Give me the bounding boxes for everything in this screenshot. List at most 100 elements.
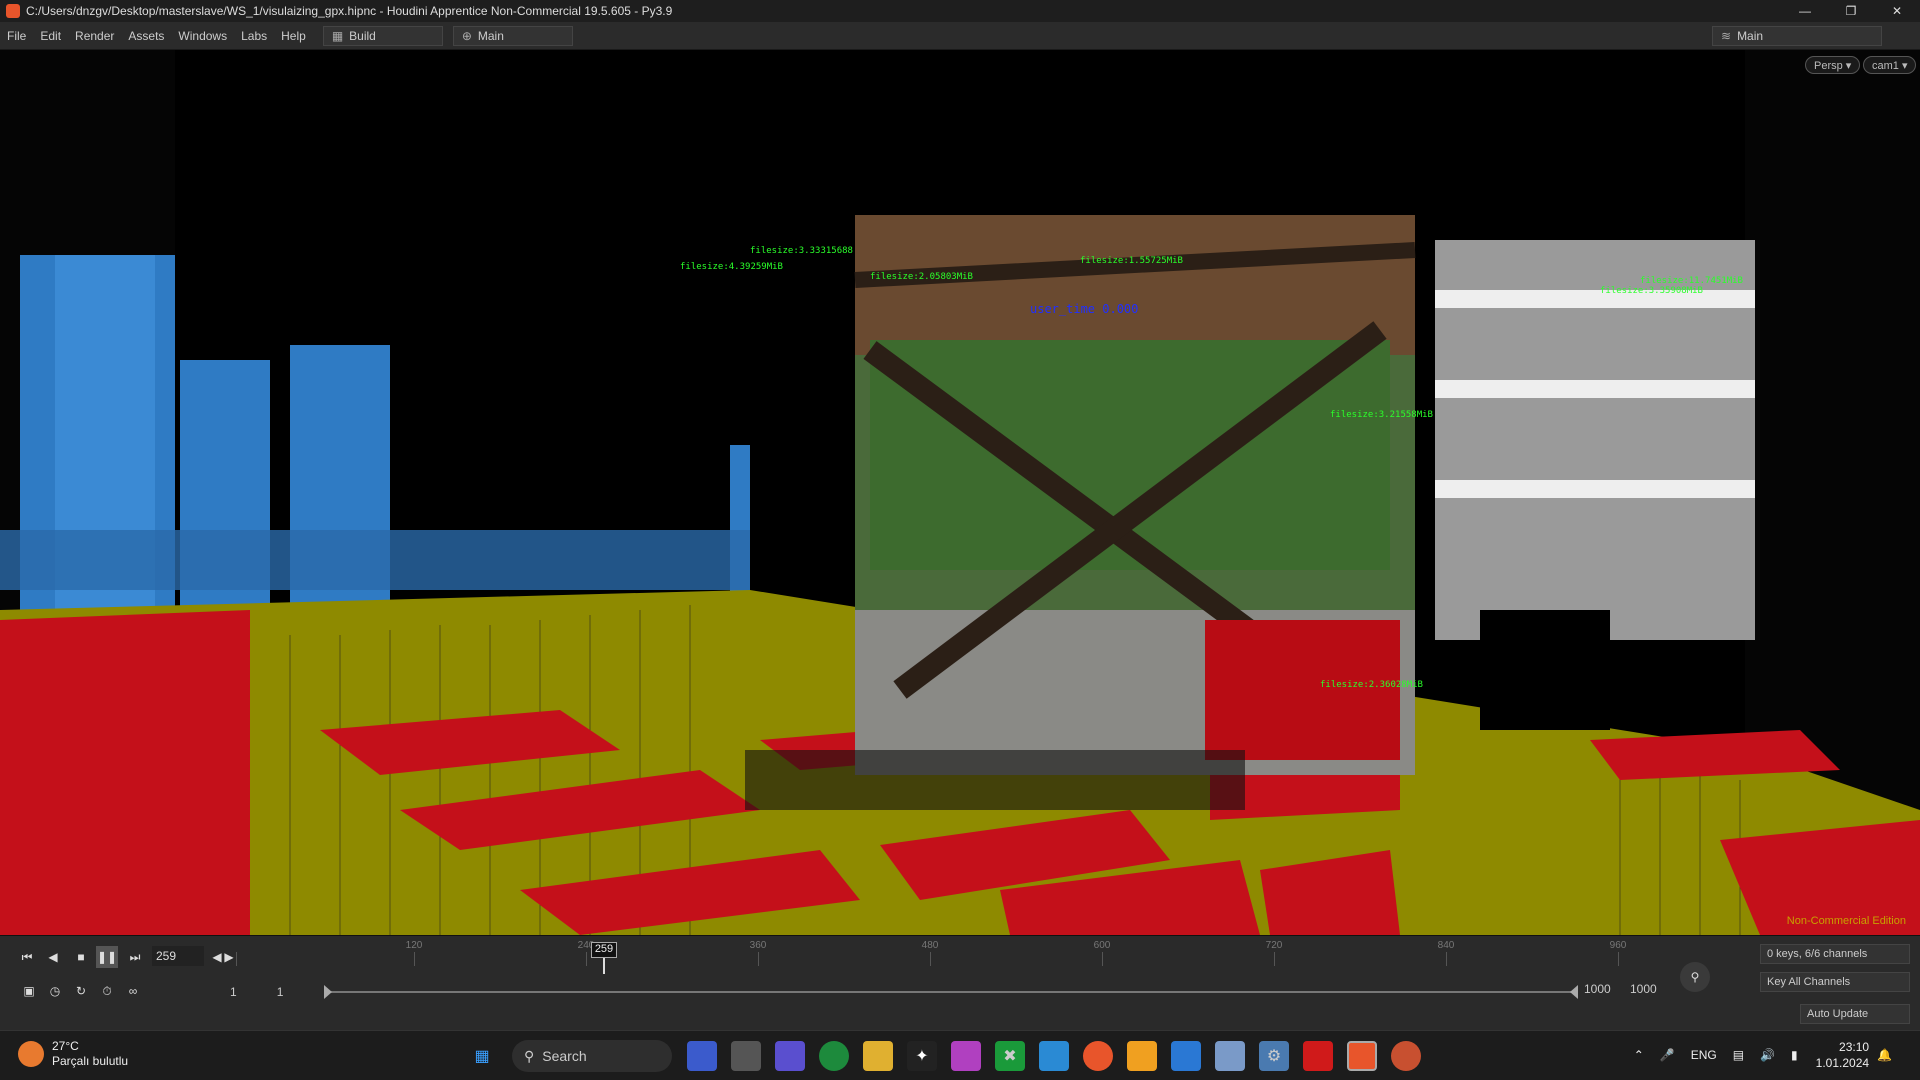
play-reverse-icon[interactable]: ◀ xyxy=(42,946,64,968)
auto-update-menu[interactable]: Auto Update xyxy=(1800,1004,1910,1024)
git-icon[interactable] xyxy=(1127,1041,1157,1071)
windows-start-icon[interactable]: ▦ xyxy=(467,1041,497,1071)
windows-taskbar: 27°C Parçalı bulutlu ▦ ⚲ Search ✦ ✖ ⚙ ⌃ … xyxy=(0,1030,1920,1080)
ruler-label: 480 xyxy=(921,940,939,951)
red-box xyxy=(1205,620,1400,760)
taskbar-search[interactable]: ⚲ Search xyxy=(512,1040,672,1072)
weather-description: Parçalı bulutlu xyxy=(52,1054,129,1068)
playback-range-bar[interactable] xyxy=(324,985,1578,999)
pause-icon[interactable]: ❚❚ xyxy=(96,946,118,968)
key-all-channels-menu[interactable]: Key All Channels xyxy=(1760,972,1910,992)
teams-icon[interactable] xyxy=(775,1041,805,1071)
ruler-label: 840 xyxy=(1437,940,1455,951)
viewport-scene xyxy=(0,50,1920,935)
window-title: C:/Users/dnzgv/Desktop/masterslave/WS_1/… xyxy=(26,4,673,18)
clock[interactable]: 23:10 1.01.2024 xyxy=(1816,1039,1869,1071)
monitor-app-icon[interactable] xyxy=(1215,1041,1245,1071)
houdini-app-icon xyxy=(6,4,20,18)
xbox-icon[interactable]: ✖ xyxy=(995,1041,1025,1071)
camera-select-menu[interactable]: cam1 ▾ xyxy=(1863,56,1917,74)
loop-icon[interactable]: ↻ xyxy=(70,980,92,1002)
language-indicator[interactable]: ENG xyxy=(1691,1048,1717,1062)
task-view-icon[interactable] xyxy=(731,1041,761,1071)
file-explorer-icon[interactable] xyxy=(863,1041,893,1071)
overlay-label: filesize:3.33315688 xyxy=(750,246,853,256)
range-start-b[interactable]: 1 xyxy=(277,985,284,999)
frame-ruler[interactable]: 120 240 360 480 600 720 840 960 259 xyxy=(236,940,1666,974)
audio-icon[interactable]: ▣ xyxy=(18,980,40,1002)
ruler-label: 360 xyxy=(749,940,767,951)
desktop-selector[interactable]: ⊕ Main xyxy=(452,25,573,46)
pdf-icon[interactable] xyxy=(1303,1041,1333,1071)
volume-icon[interactable]: 🔊 xyxy=(1760,1048,1775,1062)
houdini-active-icon[interactable] xyxy=(1347,1041,1377,1071)
houdini-icon[interactable] xyxy=(1083,1041,1113,1071)
notification-bell-icon[interactable]: 🔔 xyxy=(1877,1048,1892,1062)
menu-assets[interactable]: Assets xyxy=(121,29,171,43)
chrome-icon[interactable] xyxy=(819,1041,849,1071)
camera-persp-menu[interactable]: Persp ▾ xyxy=(1805,56,1861,74)
key-tool-icon[interactable]: ⚲ xyxy=(1680,962,1710,992)
battery-icon[interactable]: ▮ xyxy=(1791,1048,1798,1062)
overlay-label: filesize:11.7451MiB xyxy=(1640,276,1743,286)
scene-viewport[interactable]: filesize:3.33315688 filesize:1.55725MiB … xyxy=(0,50,1920,935)
menu-help[interactable]: Help xyxy=(274,29,313,43)
clock-time: 23:10 xyxy=(1839,1040,1870,1054)
realtime-icon[interactable]: ◷ xyxy=(44,980,66,1002)
range-end-b[interactable]: 1000 xyxy=(1630,982,1657,996)
overlay-label: user_time 0.000 xyxy=(1030,302,1139,316)
restore-icon[interactable]: ❐ xyxy=(1828,0,1874,22)
shadow-region xyxy=(745,750,1245,810)
app-icon[interactable] xyxy=(951,1041,981,1071)
vscode-icon[interactable] xyxy=(1171,1041,1201,1071)
network-icon: ≋ xyxy=(1721,28,1732,43)
timeline-cursor-label[interactable]: 259 xyxy=(591,942,617,958)
settings-icon[interactable]: ⚙ xyxy=(1259,1041,1289,1071)
non-commercial-watermark: Non-Commercial Edition xyxy=(1786,915,1906,927)
shelf-set-selector[interactable]: ▦ Build xyxy=(322,25,443,46)
weather-icon xyxy=(18,1041,44,1067)
menu-render[interactable]: Render xyxy=(68,29,121,43)
jump-to-start-icon[interactable]: ⏮ xyxy=(16,946,38,968)
overlay-label: filesize:2.05803MiB xyxy=(870,272,973,282)
clock-icon[interactable]: ⏱ xyxy=(96,980,118,1002)
notepad-icon[interactable] xyxy=(1039,1041,1069,1071)
fps-icon[interactable]: ∞ xyxy=(122,980,144,1002)
jump-to-end-icon[interactable]: ⏭ xyxy=(124,946,146,968)
menu-edit[interactable]: Edit xyxy=(33,29,68,43)
stop-icon[interactable]: ■ xyxy=(70,946,92,968)
clock-date: 1.01.2024 xyxy=(1815,1056,1870,1070)
range-end-a[interactable]: 1000 xyxy=(1584,982,1611,996)
keys-info-field[interactable]: 0 keys, 6/6 channels xyxy=(1760,944,1910,964)
blue-buildings xyxy=(0,255,750,635)
houdini-launcher-icon[interactable] xyxy=(1391,1041,1421,1071)
network-icon[interactable]: ▤ xyxy=(1733,1048,1744,1062)
overlay-label: filesize:4.39259MiB xyxy=(680,262,783,272)
right-desktop-selector[interactable]: ≋ Main xyxy=(1712,25,1882,46)
weather-widget[interactable]: 27°C Parçalı bulutlu xyxy=(18,1039,128,1069)
widgets-icon[interactable] xyxy=(687,1041,717,1071)
layout-icon: ▦ xyxy=(331,28,344,43)
range-start-fields: 1 1 xyxy=(230,982,283,1002)
taskbar-apps: ▦ ⚲ Search ✦ ✖ ⚙ xyxy=(460,1040,1428,1072)
ruler-label: 720 xyxy=(1265,940,1283,951)
menu-labs[interactable]: Labs xyxy=(234,29,274,43)
ruler-label: 120 xyxy=(405,940,423,951)
overlay-label: filesize:2.36028MiB xyxy=(1320,680,1423,690)
menu-windows[interactable]: Windows xyxy=(171,29,234,43)
current-frame-field[interactable]: 259 xyxy=(152,946,204,966)
chevron-up-icon[interactable]: ⌃ xyxy=(1634,1048,1644,1062)
timeline-cursor[interactable] xyxy=(603,958,605,974)
close-icon[interactable]: ✕ xyxy=(1874,0,1920,22)
minimize-icon[interactable]: — xyxy=(1782,0,1828,22)
microphone-icon[interactable]: 🎤 xyxy=(1660,1048,1675,1062)
desktop-label: Main xyxy=(477,28,504,43)
inkscape-icon[interactable]: ✦ xyxy=(907,1041,937,1071)
range-start-handle[interactable] xyxy=(324,985,332,999)
menu-file[interactable]: File xyxy=(0,29,33,43)
range-end-handle[interactable] xyxy=(1570,985,1578,999)
window-titlebar: C:/Users/dnzgv/Desktop/masterslave/WS_1/… xyxy=(0,0,1920,22)
right-desktop-label: Main xyxy=(1737,28,1764,43)
playbar: ⏮ ◀ ■ ❚❚ ⏭ 259 ◀ ▶ 120 240 360 480 600 7… xyxy=(0,935,1920,1030)
range-start-a[interactable]: 1 xyxy=(230,985,237,999)
